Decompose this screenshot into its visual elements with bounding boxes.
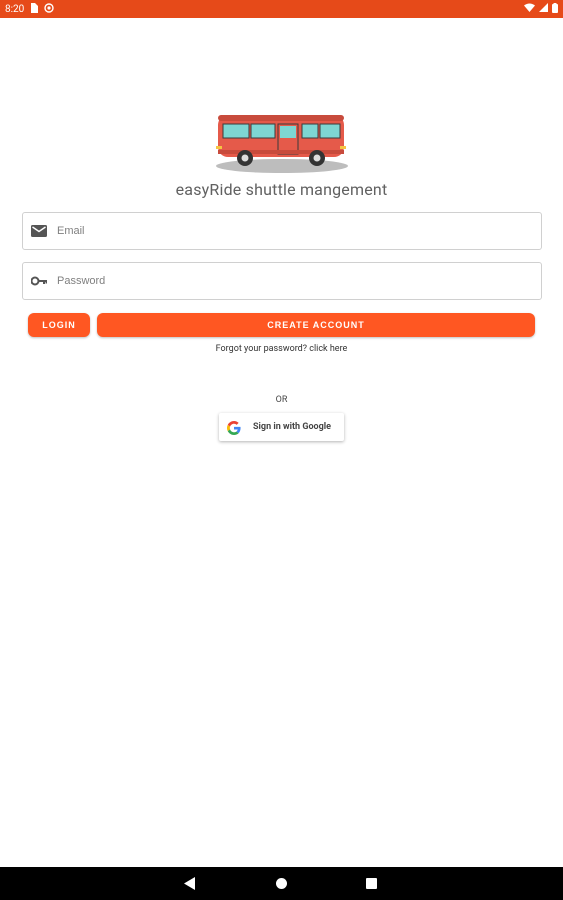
navigation-bar <box>0 867 563 900</box>
at-icon <box>44 2 54 16</box>
status-left: 8:20 <box>5 2 54 16</box>
email-field[interactable] <box>22 212 542 250</box>
password-input[interactable] <box>57 275 541 287</box>
recents-icon[interactable] <box>366 878 377 889</box>
forgot-password-link[interactable]: Forgot your password? click here <box>0 344 563 354</box>
bus-icon <box>210 110 355 180</box>
google-icon <box>227 420 241 435</box>
create-account-button[interactable]: CREATE ACCOUNT <box>97 313 535 337</box>
password-field[interactable] <box>22 262 542 300</box>
login-button[interactable]: LOGIN <box>28 313 90 337</box>
google-sign-in-label: Sign in with Google <box>253 422 332 432</box>
wifi-icon <box>524 3 535 15</box>
app-title: easyRide shuttle mangement <box>175 180 388 199</box>
back-icon[interactable] <box>184 877 196 890</box>
email-input[interactable] <box>57 225 541 237</box>
mail-icon <box>31 223 47 239</box>
battery-icon <box>552 2 558 16</box>
home-icon[interactable] <box>276 878 287 889</box>
status-right <box>524 2 558 16</box>
sim-card-icon <box>30 2 39 16</box>
or-divider-text: OR <box>275 395 288 405</box>
status-bar: 8:20 <box>0 0 563 18</box>
google-sign-in-button[interactable]: Sign in with Google <box>219 413 344 441</box>
status-time: 8:20 <box>5 3 25 15</box>
signal-icon <box>539 3 548 15</box>
key-icon <box>31 273 47 289</box>
